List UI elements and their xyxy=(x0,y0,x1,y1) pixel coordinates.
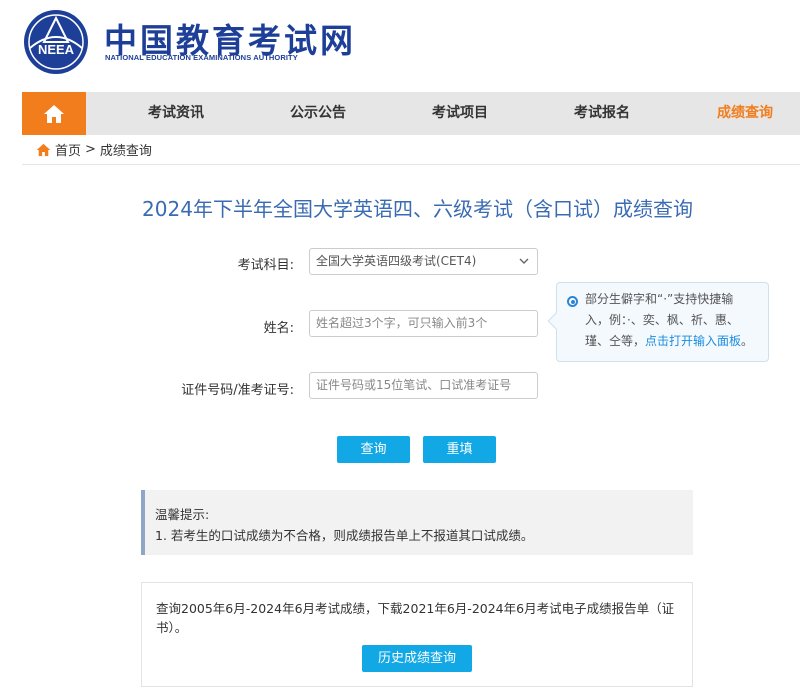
input-tip-box: 部分生僻字和“·”支持快捷输 入，例：·、奕、枫、祈、惠、 瑾、仝等，点击打开输… xyxy=(547,282,769,362)
tip-line-3-text: 瑾、仝等， xyxy=(585,334,646,348)
subject-select[interactable]: 全国大学英语四级考试(CET4) xyxy=(309,248,538,275)
nav-item-announcements[interactable]: 公示公告 xyxy=(290,92,346,135)
name-label: 姓名: xyxy=(263,321,294,336)
tip-arrow xyxy=(547,312,565,330)
open-input-panel-link[interactable]: 点击打开输入面板 xyxy=(645,334,741,348)
breadcrumb-current: 成绩查询 xyxy=(99,144,152,159)
query-button[interactable]: 查询 xyxy=(337,436,410,463)
page-title: 2024年下半年全国大学英语四、六级考试（含口试）成绩查询 xyxy=(142,197,693,221)
notice-item-1: 1. 若考生的口试成绩为不合格，则成绩报告单上不报道其口试成绩。 xyxy=(155,528,534,543)
tip-line-3: 瑾、仝等，点击打开输入面板。 xyxy=(585,331,760,352)
id-label: 证件号码/准考证号: xyxy=(181,383,294,398)
subject-label: 考试科目: xyxy=(237,258,294,273)
logo-text: NEEA xyxy=(38,42,75,57)
neea-logo[interactable]: NEEA xyxy=(22,8,90,76)
tip-line-3-end: 。 xyxy=(741,334,754,348)
breadcrumb-home-link[interactable]: 首页 xyxy=(55,140,81,159)
breadcrumb-home-icon xyxy=(36,143,51,156)
main-nav: 考试资讯 公示公告 考试项目 考试报名 成绩查询 xyxy=(22,92,800,135)
nav-item-registration[interactable]: 考试报名 xyxy=(574,92,630,135)
notice-title: 温馨提示: xyxy=(155,507,210,522)
notice-box: 温馨提示: 1. 若考生的口试成绩为不合格，则成绩报告单上不报道其口试成绩。 xyxy=(141,490,693,555)
site-subtitle: NATIONAL EDUCATION EXAMINATIONS AUTHORIT… xyxy=(105,53,298,62)
chevron-down-icon xyxy=(519,258,529,264)
home-icon xyxy=(44,104,64,123)
tip-radio-icon xyxy=(567,296,578,307)
history-text: 查询2005年6月-2024年6月考试成绩，下载2021年6月-2024年6月考… xyxy=(156,601,675,635)
reset-button[interactable]: 重填 xyxy=(423,436,496,463)
tip-line-2: 入，例：·、奕、枫、祈、惠、 xyxy=(585,313,739,327)
nav-home-button[interactable] xyxy=(22,92,86,135)
breadcrumb-separator: > xyxy=(85,142,96,157)
nav-item-score-query[interactable]: 成绩查询 xyxy=(717,92,773,135)
name-input[interactable]: 姓名超过3个字，可只输入前3个 xyxy=(309,310,538,337)
site-header: NEEA 中国教育考试网 NATIONAL EDUCATION EXAMINAT… xyxy=(0,0,800,92)
nav-item-exam-programs[interactable]: 考试项目 xyxy=(432,92,488,135)
breadcrumb: 首页 > 成绩查询 xyxy=(22,135,800,165)
tip-line-1: 部分生僻字和“·”支持快捷输 xyxy=(585,292,734,306)
subject-select-value: 全国大学英语四级考试(CET4) xyxy=(316,254,477,268)
id-input[interactable]: 证件号码或15位笔试、口试准考证号 xyxy=(309,372,538,399)
history-score-button[interactable]: 历史成绩查询 xyxy=(362,645,472,672)
nav-item-exam-news[interactable]: 考试资讯 xyxy=(148,92,204,135)
